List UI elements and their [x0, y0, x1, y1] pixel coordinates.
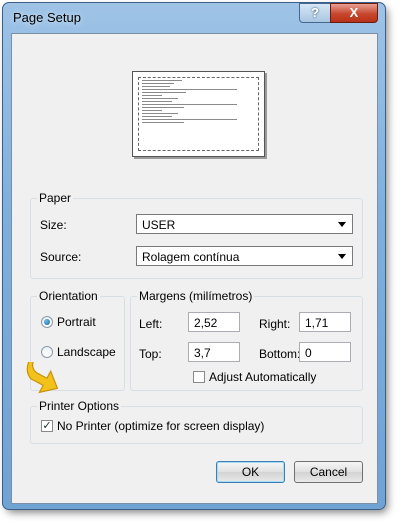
bottom-margin-value: 0 — [305, 346, 312, 360]
preview-line — [142, 92, 186, 93]
printer-options-legend: Printer Options — [37, 399, 122, 413]
close-button[interactable]: X — [330, 3, 378, 23]
help-icon: ? — [311, 5, 319, 20]
right-margin-label: Right: — [259, 317, 291, 331]
size-select[interactable]: USER — [136, 214, 353, 234]
right-margin-value: 1,71 — [305, 316, 329, 330]
page-preview — [132, 71, 265, 157]
orientation-legend: Orientation — [37, 289, 100, 303]
title-bar[interactable]: Page Setup ? X — [3, 3, 385, 31]
preview-line — [142, 122, 184, 123]
adjust-automatically-label[interactable]: Adjust Automatically — [209, 370, 316, 384]
margins-legend: Margens (milímetros) — [137, 289, 255, 303]
size-select-value: USER — [142, 218, 176, 232]
chevron-down-icon — [338, 254, 346, 259]
curved-arrow-icon — [26, 362, 59, 394]
preview-line — [142, 95, 162, 96]
cancel-button[interactable]: Cancel — [294, 461, 363, 483]
printer-options-group: Printer Options ✓ No Printer (optimize f… — [30, 399, 363, 444]
preview-line — [142, 86, 170, 87]
preview-line — [142, 101, 172, 102]
window-title: Page Setup — [13, 10, 81, 25]
left-margin-input[interactable]: 2,52 — [188, 312, 240, 332]
preview-line — [142, 98, 178, 99]
top-margin-label: Top: — [139, 347, 162, 361]
chevron-down-icon — [338, 222, 346, 227]
paper-group: Paper Size: USER Source: Rolagem contínu… — [30, 191, 363, 279]
landscape-label[interactable]: Landscape — [57, 345, 116, 359]
page-setup-dialog: Page Setup ? X Paper Size: USER Source: … — [2, 2, 386, 510]
landscape-radio[interactable] — [41, 346, 53, 358]
paper-legend: Paper — [37, 191, 74, 205]
source-select-value: Rolagem contínua — [142, 250, 240, 264]
source-label: Source: — [40, 250, 82, 264]
preview-line — [142, 89, 237, 90]
preview-line — [142, 83, 174, 84]
page-preview-margins — [138, 77, 259, 151]
portrait-label[interactable]: Portrait — [57, 315, 96, 329]
preview-line — [142, 104, 237, 105]
left-margin-label: Left: — [139, 317, 163, 331]
close-icon: X — [349, 5, 359, 20]
bottom-margin-input[interactable]: 0 — [299, 342, 351, 362]
preview-line — [142, 110, 162, 111]
preview-line — [142, 80, 182, 81]
adjust-automatically-checkbox[interactable] — [193, 371, 205, 383]
left-margin-value: 2,52 — [194, 316, 218, 330]
dialog-client-area: Paper Size: USER Source: Rolagem contínu… — [11, 33, 378, 504]
preview-line — [142, 119, 237, 120]
preview-line — [142, 113, 178, 114]
help-button[interactable]: ? — [299, 3, 331, 23]
top-margin-input[interactable]: 3,7 — [188, 342, 240, 362]
preview-line — [142, 107, 184, 108]
bottom-margin-label: Bottom: — [259, 347, 301, 361]
source-select[interactable]: Rolagem contínua — [136, 246, 353, 266]
no-printer-label[interactable]: No Printer (optimize for screen display) — [57, 419, 264, 433]
ok-button[interactable]: OK — [216, 461, 285, 483]
top-margin-value: 3,7 — [194, 346, 211, 360]
right-margin-input[interactable]: 1,71 — [299, 312, 351, 332]
portrait-radio[interactable] — [41, 316, 53, 328]
preview-line — [142, 116, 172, 117]
margins-group: Margens (milímetros) Left: 2,52 Right: 1… — [130, 289, 363, 391]
size-label: Size: — [40, 218, 67, 232]
no-printer-checkbox[interactable]: ✓ — [41, 420, 53, 432]
